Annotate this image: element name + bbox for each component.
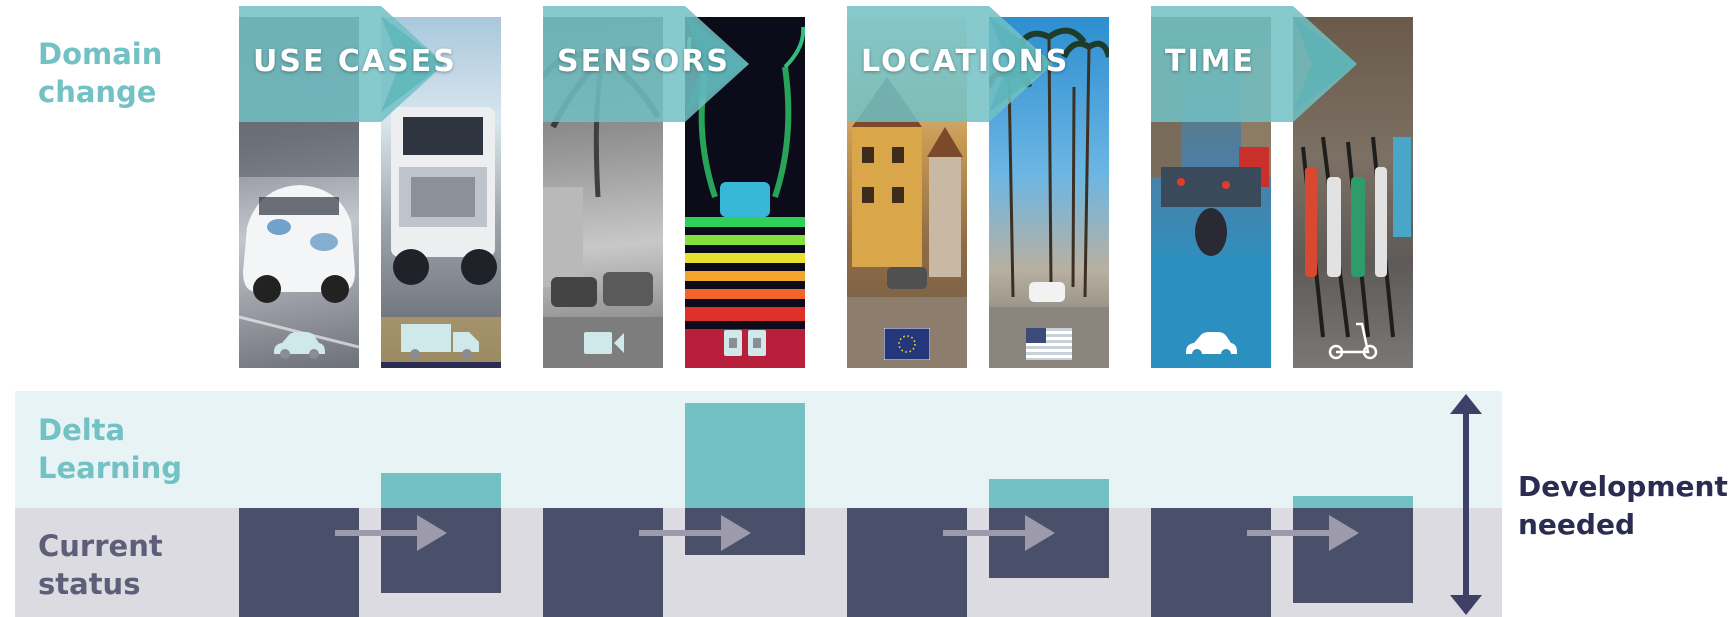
current-status-label: Current status xyxy=(38,529,163,601)
lidar-sensor-icon xyxy=(724,330,766,356)
delta-learning-bar xyxy=(1293,496,1413,508)
domain-change-label: Domain change xyxy=(38,37,163,109)
transfer-arrow xyxy=(943,515,1055,551)
car-icon xyxy=(1186,332,1237,359)
e-scooter-icon xyxy=(1328,322,1378,360)
us-flag-icon xyxy=(1026,328,1072,360)
transfer-arrow xyxy=(335,515,447,551)
delta-learning-label: Delta Learning xyxy=(38,413,183,485)
transfer-arrow xyxy=(639,515,751,551)
delta-learning-bar xyxy=(685,403,805,508)
time-title: TIME xyxy=(1165,44,1255,79)
delta-learning-bar xyxy=(381,473,501,508)
sensors-title: SENSORS xyxy=(557,44,731,79)
development-needed-label: Development needed xyxy=(1518,470,1728,541)
transfer-arrow xyxy=(1247,515,1359,551)
truck-icon xyxy=(401,324,479,359)
locations-title: LOCATIONS xyxy=(861,44,1070,79)
camera-icon xyxy=(584,332,624,354)
use-cases-title: USE CASES xyxy=(253,44,457,79)
eu-flag-icon xyxy=(884,328,930,360)
development-needed-arrow xyxy=(1450,394,1482,615)
delta-learning-bar xyxy=(989,479,1109,508)
car-icon xyxy=(274,332,325,359)
